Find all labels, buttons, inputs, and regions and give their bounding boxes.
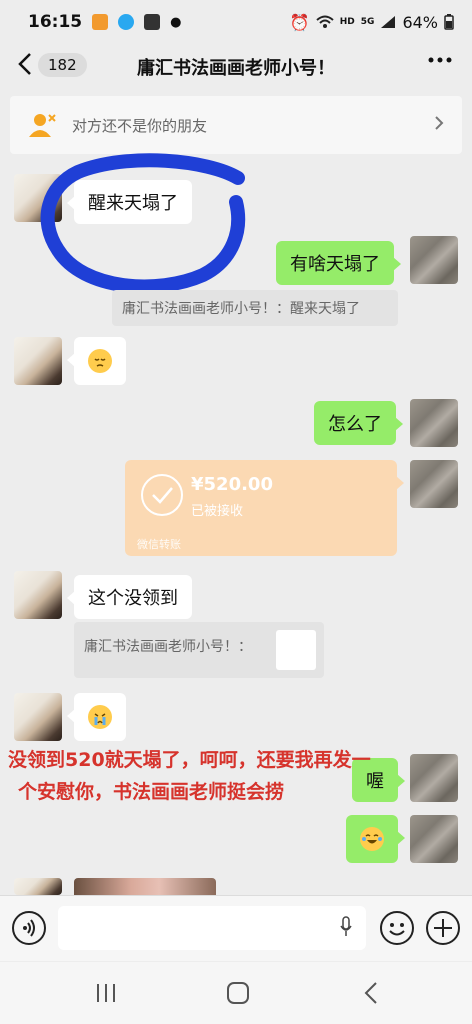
quoted-message[interactable]: 庸汇书法画画老师小号！：醒来天塌了 (112, 290, 398, 326)
pensive-face-emoji-icon (88, 349, 112, 373)
my-avatar[interactable] (410, 460, 458, 508)
message-bubble-received[interactable] (67, 337, 126, 385)
nav-back-button[interactable] (356, 980, 388, 1006)
gallery-notification-icon (144, 14, 161, 30)
my-avatar[interactable] (410, 236, 458, 284)
money-transfer-card[interactable]: ¥520.00 已被接收 微信转账 (125, 460, 404, 556)
network-gen: 5G (360, 17, 375, 27)
quote-text: 庸汇书法画画老师小号！： (84, 639, 252, 655)
quote-text: 庸汇书法画画老师小号！：醒来天塌了 (122, 301, 360, 317)
more-options-button[interactable] (428, 48, 452, 78)
more-actions-button[interactable] (426, 911, 460, 945)
message-input[interactable] (58, 906, 366, 950)
back-arrow-icon (364, 982, 377, 1004)
message-bubble-received[interactable] (67, 693, 126, 741)
voice-input-button[interactable] (12, 911, 46, 945)
transfer-amount: ¥520.00 (191, 474, 273, 495)
ellipsis-icon (428, 57, 452, 63)
hand-drawn-circle-annotation (40, 153, 246, 294)
annotation-text: 没领到520就天塌了，呵呵，还要我再发一 个安慰你，书法画画老师挺会捞 (8, 744, 468, 808)
wifi-icon (316, 15, 334, 28)
signal-icon (381, 16, 396, 28)
smiley-icon (389, 923, 405, 936)
check-circle-icon (141, 474, 183, 516)
my-avatar[interactable] (410, 815, 458, 863)
contact-avatar[interactable] (14, 878, 62, 895)
transfer-footer: 微信转账 (137, 538, 181, 551)
notice-text: 对方还不是你的朋友 (72, 116, 208, 135)
recent-apps-button[interactable] (90, 980, 122, 1006)
contact-avatar[interactable] (14, 571, 62, 619)
crying-face-emoji-icon (88, 705, 112, 729)
message-text: 有啥天塌了 (290, 254, 380, 275)
laughing-tears-face-emoji-icon (360, 827, 384, 851)
home-icon (227, 982, 249, 1004)
system-navigation-bar (0, 962, 472, 1024)
quoted-message[interactable]: 庸汇书法画画老师小号！： (74, 622, 324, 678)
network-type: HD (339, 17, 355, 27)
status-time: 16:15 (28, 12, 83, 32)
message-text: 怎么了 (328, 414, 382, 435)
battery-percent: 64% (402, 12, 438, 32)
more-notifications-icon: ● (170, 14, 182, 30)
message-text: 这个没领到 (88, 588, 178, 609)
plus-icon (434, 919, 452, 937)
message-bubble-sent[interactable] (346, 815, 405, 863)
input-bar (0, 895, 472, 961)
alarm-icon: ⏰ (289, 12, 310, 32)
transfer-status: 已被接收 (191, 504, 244, 519)
message-bubble-received[interactable]: 这个没领到 (67, 575, 192, 619)
chevron-right-icon (434, 112, 444, 136)
status-bar: 16:15 ● ⏰ HD 5G 64% (0, 0, 472, 44)
voice-icon (23, 919, 35, 937)
recent-apps-icon (97, 984, 115, 1002)
contact-avatar[interactable] (14, 337, 62, 385)
emoji-button[interactable] (380, 911, 414, 945)
my-avatar[interactable] (410, 399, 458, 447)
annotation-line-2: 个安慰你，书法画画老师挺会捞 (18, 781, 285, 803)
qq-notification-icon (118, 14, 135, 30)
battery-icon (444, 14, 454, 30)
message-bubble-sent[interactable]: 怎么了 (314, 401, 403, 445)
home-button[interactable] (222, 980, 254, 1006)
microphone-icon[interactable] (340, 916, 352, 938)
chat-header: 182 庸汇书法画画老师小号！ (0, 44, 472, 88)
add-friend-icon (28, 111, 56, 139)
chat-title: 庸汇书法画画老师小号！ (137, 58, 335, 79)
app-notification-icon (92, 14, 109, 30)
annotation-line-1: 没领到520就天塌了，呵呵，还要我再发一 (8, 749, 371, 771)
not-friend-notice[interactable]: 对方还不是你的朋友 (10, 96, 462, 154)
quoted-image-thumbnail[interactable] (276, 630, 316, 670)
message-bubble-sent[interactable]: 有啥天塌了 (276, 241, 401, 285)
contact-avatar[interactable] (14, 693, 62, 741)
